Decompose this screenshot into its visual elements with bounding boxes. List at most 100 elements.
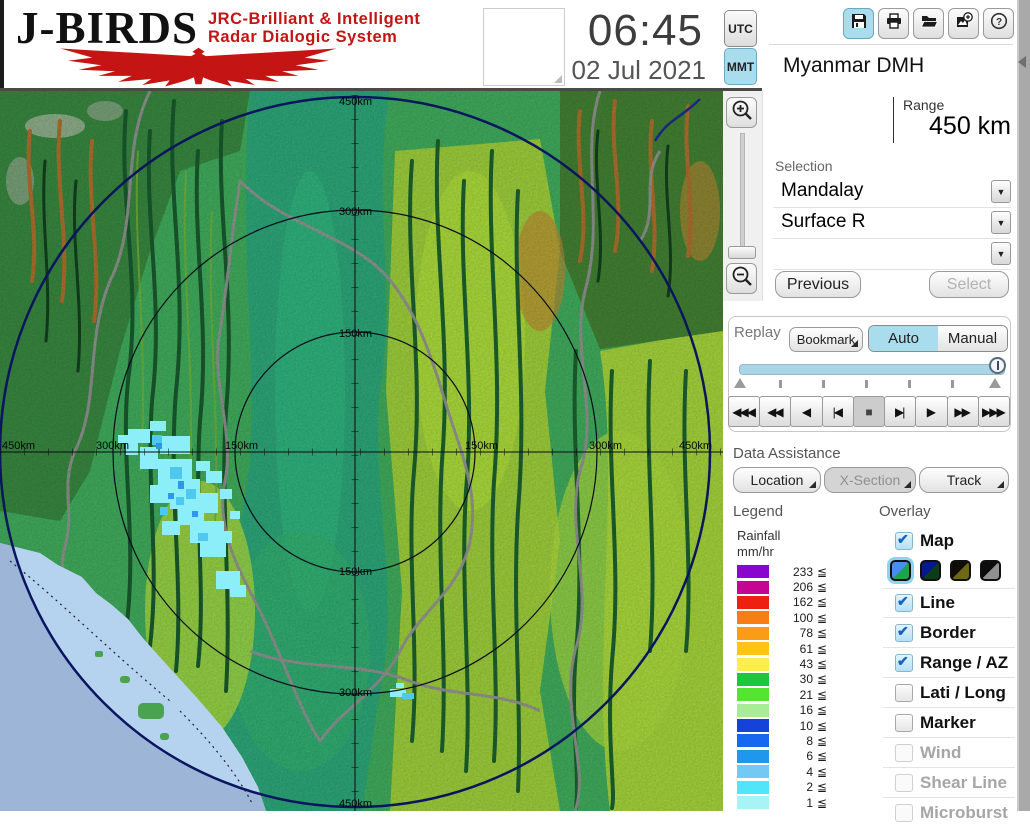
zoom-slider-track[interactable] xyxy=(740,133,745,259)
radar-map[interactable]: 450km 300km 150km 150km 300km 450km 450k… xyxy=(0,90,723,812)
overlay-row-map[interactable]: Map xyxy=(883,526,1015,555)
fast-rewind-button[interactable]: ◀◀ xyxy=(759,396,792,427)
overlay-row-wind: Wind xyxy=(883,737,1015,767)
site-dropdown[interactable]: Mandalay ▼ xyxy=(773,177,1011,208)
legend-row: 100 ≦ xyxy=(737,610,847,625)
map-style-picker xyxy=(883,555,1015,589)
checkbox xyxy=(895,803,913,822)
stop-button[interactable]: ■ xyxy=(852,396,886,427)
overlay-row-range-az[interactable]: Range / AZ xyxy=(883,647,1015,677)
add-image-icon xyxy=(955,12,973,35)
station-name: Myanmar DMH xyxy=(783,54,925,77)
utc-button[interactable]: UTC xyxy=(724,10,757,47)
map-style-swatch[interactable] xyxy=(950,559,971,581)
collapse-panel-icon[interactable] xyxy=(1018,56,1026,68)
map-style-swatch[interactable] xyxy=(890,559,911,581)
checkbox[interactable] xyxy=(895,531,913,550)
slider-start-marker xyxy=(734,378,746,388)
previous-button[interactable]: Previous xyxy=(775,271,861,298)
checkbox[interactable] xyxy=(895,713,913,732)
play-button[interactable]: ▶ xyxy=(915,396,948,427)
step-forward-button[interactable]: ▶| xyxy=(884,396,917,427)
window-edge xyxy=(0,0,4,88)
step-back-button[interactable]: |◀ xyxy=(821,396,854,427)
checkbox[interactable] xyxy=(895,623,913,642)
play-reverse-button[interactable]: ◀ xyxy=(790,396,823,427)
bookmark-button[interactable]: Bookmark xyxy=(789,327,863,352)
clock-time: 06:45 xyxy=(587,6,703,55)
overlay-row-line[interactable]: Line xyxy=(883,588,1015,617)
chevron-down-icon[interactable]: ▼ xyxy=(991,180,1011,203)
legend-row: 61 ≦ xyxy=(737,641,847,656)
legend-row: 43 ≦ xyxy=(737,656,847,671)
checkbox xyxy=(895,743,913,762)
overlay-row-microburst: Microburst xyxy=(883,797,1015,827)
map-zoom-control xyxy=(723,91,763,301)
help-button[interactable]: ? xyxy=(983,8,1014,39)
save-button[interactable] xyxy=(843,8,874,39)
location-button[interactable]: Location xyxy=(733,467,821,493)
legend-row: 30 ≦ xyxy=(737,672,847,687)
replay-slider-track[interactable] xyxy=(739,364,1005,375)
zoom-out-button[interactable] xyxy=(726,263,757,294)
legend-row: 16 ≦ xyxy=(737,703,847,718)
overlay-row-border[interactable]: Border xyxy=(883,617,1015,647)
chevron-down-icon[interactable]: ▼ xyxy=(991,242,1011,265)
checkbox[interactable] xyxy=(895,683,913,702)
svg-text:150km: 150km xyxy=(339,328,372,340)
print-button[interactable] xyxy=(878,8,909,39)
map-style-swatch[interactable] xyxy=(920,559,941,581)
product-dropdown-value: Surface R xyxy=(781,211,866,232)
data-assistance-label: Data Assistance xyxy=(733,445,841,462)
checkbox[interactable] xyxy=(895,593,913,612)
slider-tick xyxy=(908,380,911,388)
track-button[interactable]: Track xyxy=(919,467,1009,493)
manual-mode-button[interactable]: Manual xyxy=(938,326,1007,351)
legend-row: 6 ≦ xyxy=(737,749,847,764)
overlay-row-marker[interactable]: Marker xyxy=(883,707,1015,737)
clock-date: 02 Jul 2021 xyxy=(571,55,706,85)
extra-dropdown[interactable]: ▼ xyxy=(773,239,1011,270)
overlay-row-lati-long[interactable]: Lati / Long xyxy=(883,677,1015,707)
legend-row: 2 ≦ xyxy=(737,779,847,794)
select-button[interactable]: Select xyxy=(929,271,1009,298)
checkbox xyxy=(895,773,913,792)
svg-text:450km: 450km xyxy=(679,440,712,452)
open-button[interactable] xyxy=(913,8,944,39)
svg-text:300km: 300km xyxy=(96,440,129,452)
overlay-list: Line Border Range / AZ Lati / Long Marke… xyxy=(883,588,1015,827)
jump-to-start-button[interactable]: ◀◀◀ xyxy=(728,396,761,427)
x-section-button[interactable]: X-Section xyxy=(824,467,916,493)
replay-slider-handle[interactable] xyxy=(989,357,1006,374)
mmt-button[interactable]: MMT xyxy=(724,48,757,85)
zoom-in-button[interactable] xyxy=(726,97,757,128)
header-bar: J-BIRDS JRC-Brilliant & Intelligent Rada… xyxy=(0,0,762,91)
checkbox[interactable] xyxy=(895,653,913,672)
fast-forward-button[interactable]: ▶▶ xyxy=(946,396,979,427)
selection-label: Selection xyxy=(775,158,833,174)
chevron-down-icon[interactable]: ▼ xyxy=(991,211,1011,234)
capture-button[interactable] xyxy=(948,8,979,39)
slider-tick xyxy=(779,380,782,388)
svg-text:150km: 150km xyxy=(465,440,498,452)
map-style-swatch[interactable] xyxy=(980,559,1001,581)
auto-mode-button[interactable]: Auto xyxy=(869,326,938,351)
legend-swatch xyxy=(737,565,769,579)
svg-text:150km: 150km xyxy=(339,566,372,578)
svg-text:450km: 450km xyxy=(2,440,35,452)
overlay-row-shear-line: Shear Line xyxy=(883,767,1015,797)
product-dropdown[interactable]: Surface R ▼ xyxy=(773,208,1011,239)
legend-row: 10 ≦ xyxy=(737,718,847,733)
legend-row: 21 ≦ xyxy=(737,687,847,702)
legend-row: 206 ≦ xyxy=(737,579,847,594)
legend-title: Rainfall mm/hr xyxy=(737,528,781,559)
legend-row: 162 ≦ xyxy=(737,595,847,610)
jump-to-end-button[interactable]: ▶▶▶ xyxy=(977,396,1010,427)
help-icon: ? xyxy=(990,12,1008,35)
zoom-slider-handle[interactable] xyxy=(728,246,756,259)
zoom-in-icon xyxy=(731,99,753,126)
site-dropdown-value: Mandalay xyxy=(781,180,864,201)
svg-text:150km: 150km xyxy=(225,440,258,452)
panel-scrollbar[interactable] xyxy=(1017,0,1030,811)
playback-controls: ◀◀◀ ◀◀ ◀ |◀ ■ ▶| ▶ ▶▶ ▶▶▶ xyxy=(728,396,1010,427)
